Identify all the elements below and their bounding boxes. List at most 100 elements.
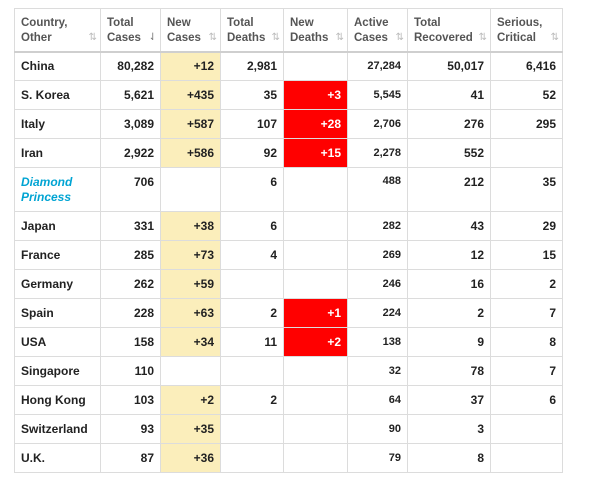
- cell-total-deaths: 4: [220, 240, 284, 270]
- cell-country: Italy: [14, 109, 101, 139]
- cell-new-cases: +587: [160, 109, 221, 139]
- table-row: Germany 262 +59 246 16 2: [14, 269, 563, 299]
- table-row: Singapore 110 32 78 7: [14, 356, 563, 386]
- header-label-line2: Cases: [107, 32, 141, 44]
- cell-new-deaths: [283, 211, 348, 241]
- table-body: China 80,282 +12 2,981 27,284 50,017 6,416 S. K…: [14, 51, 563, 473]
- cell-serious-critical: 7: [490, 298, 563, 328]
- cell-new-deaths: +3: [283, 80, 348, 110]
- cell-total-deaths: 107: [220, 109, 284, 139]
- cell-total-recovered: 2: [407, 298, 491, 328]
- cell-new-deaths: +15: [283, 138, 348, 168]
- sort-arrows-icon[interactable]: ⇅: [209, 30, 218, 45]
- cell-new-cases: +34: [160, 327, 221, 357]
- sort-arrows-icon[interactable]: ⇅: [272, 30, 281, 45]
- table-row: Switzerland 93 +35 90 3: [14, 414, 563, 444]
- cell-new-deaths: [283, 167, 348, 212]
- cell-total-cases: 80,282: [100, 51, 161, 81]
- header-label-line2: Cases: [354, 32, 388, 44]
- cell-total-deaths: 35: [220, 80, 284, 110]
- cell-new-deaths: +2: [283, 327, 348, 357]
- cell-total-deaths: 11: [220, 327, 284, 357]
- header-total-deaths[interactable]: Total Deaths ⇅: [220, 8, 284, 53]
- cell-total-recovered: 8: [407, 443, 491, 473]
- cell-serious-critical: [490, 138, 563, 168]
- cell-total-cases: 262: [100, 269, 161, 299]
- cell-total-cases: 5,621: [100, 80, 161, 110]
- cell-total-recovered: 552: [407, 138, 491, 168]
- cell-new-cases: +2: [160, 385, 221, 415]
- cell-active-cases: 90: [347, 414, 408, 444]
- cell-new-cases: +12: [160, 51, 221, 81]
- cell-country: Singapore: [14, 356, 101, 386]
- sort-arrows-icon[interactable]: ⇅: [89, 30, 98, 45]
- cell-total-cases: 158: [100, 327, 161, 357]
- table-row: S. Korea 5,621 +435 35 +3 5,545 41 52: [14, 80, 563, 110]
- sort-arrows-icon[interactable]: ⇅: [551, 30, 560, 45]
- cell-total-deaths: 2,981: [220, 51, 284, 81]
- header-new-cases[interactable]: New Cases ⇅: [160, 8, 221, 53]
- cell-country: China: [14, 51, 101, 81]
- cell-serious-critical: [490, 443, 563, 473]
- cell-country: France: [14, 240, 101, 270]
- cell-total-recovered: 78: [407, 356, 491, 386]
- cell-total-cases: 110: [100, 356, 161, 386]
- header-label-line1: New: [290, 17, 314, 29]
- cell-active-cases: 138: [347, 327, 408, 357]
- header-label-line1: New: [167, 17, 191, 29]
- cell-total-cases: 331: [100, 211, 161, 241]
- table-row: Italy 3,089 +587 107 +28 2,706 276 295: [14, 109, 563, 139]
- cell-serious-critical: 7: [490, 356, 563, 386]
- table-row: Spain 228 +63 2 +1 224 2 7: [14, 298, 563, 328]
- covid-cases-table: Country, Other ⇅ Total Cases ⇃ New Cases ⇅ Tot…: [14, 8, 563, 473]
- cell-total-recovered: 212: [407, 167, 491, 212]
- cell-total-recovered: 276: [407, 109, 491, 139]
- cell-new-cases: +36: [160, 443, 221, 473]
- cell-country[interactable]: Diamond Princess: [14, 167, 101, 212]
- header-active-cases[interactable]: Active Cases ⇅: [347, 8, 408, 53]
- cell-country: Iran: [14, 138, 101, 168]
- cell-serious-critical: 35: [490, 167, 563, 212]
- cell-total-cases: 3,089: [100, 109, 161, 139]
- header-label-line1: Total: [227, 17, 254, 29]
- cell-active-cases: 32: [347, 356, 408, 386]
- sort-arrows-icon[interactable]: ⇅: [396, 30, 405, 45]
- cell-new-cases: +38: [160, 211, 221, 241]
- cell-total-recovered: 41: [407, 80, 491, 110]
- cell-new-cases: +586: [160, 138, 221, 168]
- cell-total-deaths: 2: [220, 385, 284, 415]
- cell-total-recovered: 50,017: [407, 51, 491, 81]
- sort-arrows-icon[interactable]: ⇅: [479, 30, 488, 45]
- cell-total-cases: 103: [100, 385, 161, 415]
- header-label-line1: Active: [354, 17, 389, 29]
- table-row: USA 158 +34 11 +2 138 9 8: [14, 327, 563, 357]
- cell-new-deaths: +1: [283, 298, 348, 328]
- cell-total-deaths: 2: [220, 298, 284, 328]
- cell-new-cases: +435: [160, 80, 221, 110]
- table-row: U.K. 87 +36 79 8: [14, 443, 563, 473]
- cell-active-cases: 282: [347, 211, 408, 241]
- cell-total-deaths: 92: [220, 138, 284, 168]
- cell-country: S. Korea: [14, 80, 101, 110]
- sort-arrows-icon[interactable]: ⇅: [336, 30, 345, 45]
- cell-country: Spain: [14, 298, 101, 328]
- cell-serious-critical: 6: [490, 385, 563, 415]
- cell-country: USA: [14, 327, 101, 357]
- header-country[interactable]: Country, Other ⇅: [14, 8, 101, 53]
- header-new-deaths[interactable]: New Deaths ⇅: [283, 8, 348, 53]
- cell-total-cases: 706: [100, 167, 161, 212]
- cell-country: Germany: [14, 269, 101, 299]
- cell-total-recovered: 12: [407, 240, 491, 270]
- cell-total-deaths: [220, 414, 284, 444]
- table-row: Diamond Princess 706 6 488 212 35: [14, 167, 563, 212]
- sort-descending-icon[interactable]: ⇃: [149, 30, 158, 45]
- cell-total-deaths: [220, 443, 284, 473]
- cell-total-cases: 285: [100, 240, 161, 270]
- cell-total-cases: 93: [100, 414, 161, 444]
- cell-total-cases: 2,922: [100, 138, 161, 168]
- cell-new-deaths: [283, 385, 348, 415]
- header-serious-critical[interactable]: Serious, Critical ⇅: [490, 8, 563, 53]
- header-total-recovered[interactable]: Total Recovered ⇅: [407, 8, 491, 53]
- cell-total-cases: 87: [100, 443, 161, 473]
- header-total-cases[interactable]: Total Cases ⇃: [100, 8, 161, 53]
